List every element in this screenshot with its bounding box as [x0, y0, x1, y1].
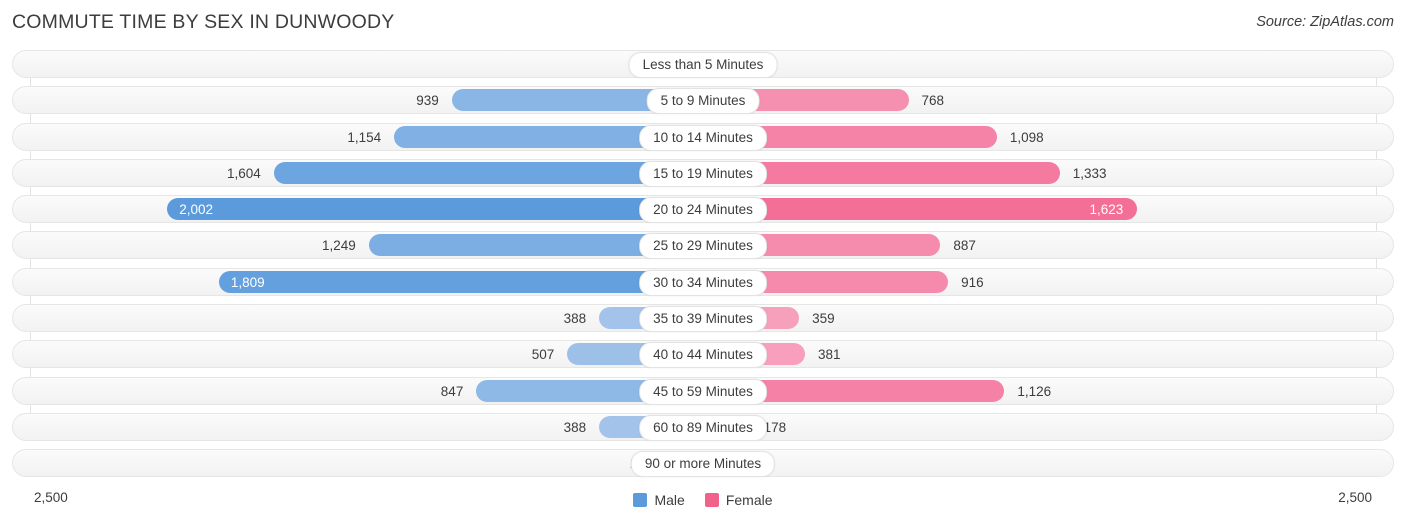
chart-plot-area: 71130Less than 5 Minutes 939 768 5 to 9 Min…	[0, 50, 1406, 508]
table-row[interactable]: 847 1,126 45 to 59 Minutes	[12, 376, 1394, 405]
bar-male[interactable]	[218, 270, 703, 293]
table-row[interactable]: 388 359 35 to 39 Minutes	[12, 304, 1394, 333]
chart-legend: Male Female	[0, 488, 1406, 512]
source-attribution: Source: ZipAtlas.com	[1256, 14, 1394, 30]
bar-value-male: 1,604	[226, 165, 261, 181]
category-label: 25 to 29 Minutes	[639, 233, 767, 260]
bar-value-female: 1,126	[1017, 383, 1052, 399]
bar-value-female: 178	[763, 419, 787, 435]
table-row[interactable]: 1,809 916 30 to 34 Minutes	[12, 267, 1394, 296]
category-label: 35 to 39 Minutes	[639, 306, 767, 333]
bar-value-male: 2,002	[179, 202, 214, 218]
table-row[interactable]: 2,002 1,623 20 to 24 Minutes	[12, 195, 1394, 224]
table-row[interactable]: 71130Less than 5 Minutes	[12, 50, 1394, 78]
bar-male[interactable]	[167, 198, 703, 221]
table-row[interactable]: 1,249 887 25 to 29 Minutes	[12, 231, 1394, 260]
category-label: Less than 5 Minutes	[628, 52, 778, 78]
table-row[interactable]: 507 381 40 to 44 Minutes	[12, 340, 1394, 369]
legend-item-male[interactable]: Male	[633, 492, 685, 508]
legend-label-male: Male	[654, 492, 685, 508]
category-label: 30 to 34 Minutes	[639, 269, 767, 296]
table-row[interactable]: 1413490 or more Minutes	[12, 449, 1394, 478]
bar-value-female: 887	[953, 238, 976, 254]
legend-label-female: Female	[725, 492, 773, 508]
legend-item-female[interactable]: Female	[704, 492, 773, 508]
table-row[interactable]: 1,604 1,333 15 to 19 Minutes	[12, 158, 1394, 187]
category-label: 20 to 24 Minutes	[639, 197, 767, 224]
bar-value-female: 381	[817, 347, 841, 363]
bar-value-male: 71	[13, 51, 671, 79]
category-label: 60 to 89 Minutes	[639, 414, 767, 441]
bar-value-male: 847	[440, 383, 464, 399]
category-label: 45 to 59 Minutes	[639, 378, 767, 405]
legend-swatch-male	[633, 493, 648, 507]
bar-value-male: 388	[563, 311, 587, 327]
bar-value-male: 141	[13, 450, 653, 478]
bar-rows: 71130Less than 5 Minutes 939 768 5 to 9 Min…	[0, 50, 1406, 486]
bar-value-female: 1,333	[1072, 165, 1107, 181]
bar-value-female: 359	[812, 311, 835, 327]
bar-value-male: 939	[416, 93, 439, 109]
category-label: 90 or more Minutes	[630, 451, 776, 478]
category-label: 5 to 9 Minutes	[646, 88, 760, 115]
table-row[interactable]: 1,154 1,098 10 to 14 Minutes	[12, 122, 1394, 151]
legend-swatch-female	[704, 493, 719, 507]
bar-value-male: 1,809	[230, 274, 265, 290]
category-label: 40 to 44 Minutes	[639, 342, 767, 369]
chart-page: COMMUTE TIME BY SEX IN DUNWOODY Source: …	[0, 0, 1406, 523]
bar-value-female: 916	[961, 274, 984, 290]
category-label: 15 to 19 Minutes	[639, 160, 767, 187]
table-row[interactable]: 388 178 60 to 89 Minutes	[12, 412, 1394, 441]
bar-value-male: 507	[531, 347, 555, 363]
bar-value-male: 388	[563, 419, 587, 435]
bar-value-male: 1,154	[347, 129, 382, 145]
page-title: COMMUTE TIME BY SEX IN DUNWOODY	[12, 11, 395, 33]
category-label: 10 to 14 Minutes	[639, 124, 767, 151]
bar-value-female: 768	[921, 93, 945, 109]
table-row[interactable]: 939 768 5 to 9 Minutes	[12, 86, 1394, 115]
bar-value-male: 1,249	[321, 238, 356, 254]
bar-value-female: 1,098	[1009, 129, 1044, 145]
